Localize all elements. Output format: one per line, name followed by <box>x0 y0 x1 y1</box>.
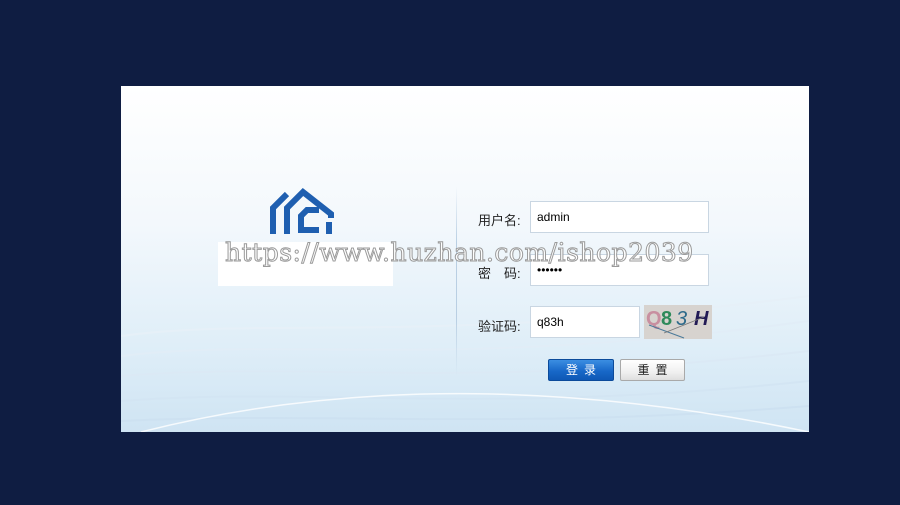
vertical-divider <box>456 186 457 376</box>
login-button[interactable]: 登录 <box>548 359 614 381</box>
captcha-label: 验证码: <box>478 319 521 334</box>
logo-caption-area <box>218 242 393 286</box>
house-logo-icon <box>269 186 335 236</box>
captcha-char-4: H <box>694 308 709 330</box>
login-panel: 用户名: 密 码: 验证码: Q 8 3 H 登录 重置 <box>121 86 809 432</box>
reset-button[interactable]: 重置 <box>620 359 685 381</box>
password-input[interactable] <box>530 254 709 286</box>
username-label: 用户名: <box>478 213 521 228</box>
captcha-char-3: 3 <box>676 308 687 330</box>
captcha-input[interactable] <box>530 306 640 338</box>
captcha-image[interactable]: Q 8 3 H <box>644 305 712 339</box>
username-input[interactable] <box>530 201 709 233</box>
captcha-char-2: 8 <box>661 308 672 330</box>
password-label: 密 码: <box>478 266 521 281</box>
